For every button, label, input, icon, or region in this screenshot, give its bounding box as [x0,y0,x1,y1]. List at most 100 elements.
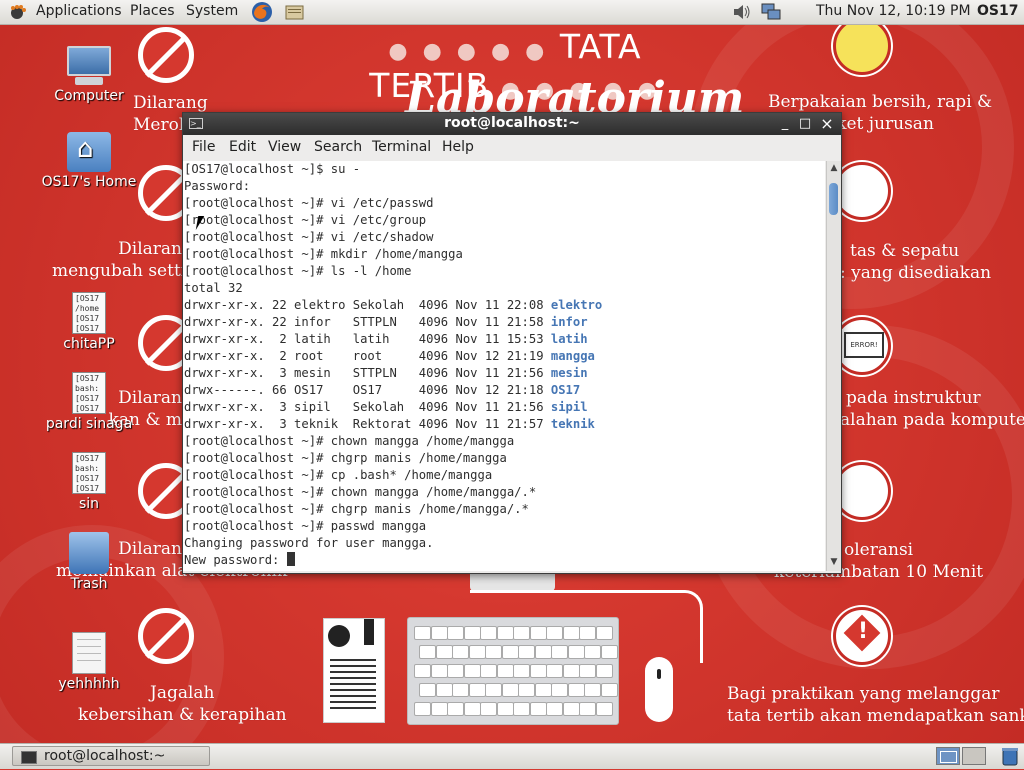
home-folder-icon [67,132,111,172]
text-file-icon: [OS17 /home [OS17 [OS17 [72,292,106,334]
mouse-pointer-icon [195,216,211,230]
firefox-icon[interactable] [251,1,273,23]
desktop-icon-label: chitaPP [63,336,115,352]
minimize-button[interactable]: _ [777,115,793,132]
keyboard-key-decoration [485,683,502,697]
keyboard-key-decoration [452,683,469,697]
desktop-icon-label: Trash [70,576,108,592]
keyboard-decoration [407,617,619,725]
gnome-foot-icon[interactable] [8,3,30,25]
trash-applet-icon[interactable] [1000,746,1020,770]
workspace-2[interactable] [962,747,986,765]
desktop-icon-chitapp[interactable]: [OS17 /home [OS17 [OS17 chitaPP [39,292,139,352]
keyboard-key-decoration [567,645,585,659]
hostname-label[interactable]: OS17 [977,3,1018,19]
warning-icon: ! [833,607,891,665]
workspace-1[interactable] [936,747,960,765]
terminal-line: total 32 [184,281,243,295]
menu-edit[interactable]: Edit [229,139,256,155]
menu-file[interactable]: File [192,139,215,155]
terminal-line: [root@localhost ~]# mkdir /home/mangga [184,247,463,261]
listing-row: drwxr-xr-x. 3 sipil Sekolah 4096 Nov 11 … [184,400,588,414]
directory-name: infor [550,315,588,329]
places-menu[interactable]: Places [130,3,175,19]
text-cursor [286,552,295,566]
text-file-icon: [OS17 bash: [OS17 [OS17 [72,372,106,414]
listing-row: drwxr-xr-x. 3 mesin STTPLN 4096 Nov 11 2… [184,366,588,380]
menu-view[interactable]: View [268,139,301,155]
window-title: root@localhost:~ [444,115,580,131]
terminal-line: [root@localhost ~]# vi /etc/shadow [184,230,434,244]
directory-name: elektro [550,298,603,312]
taskbar-terminal-button[interactable]: root@localhost:~ [12,746,210,766]
terminal-line: [root@localhost ~]# chown mangga /home/m… [184,485,537,499]
trash-icon [69,532,109,574]
keyboard-key-decoration [468,683,486,697]
terminal-icon [21,751,37,764]
keyboard-key-decoration [463,626,481,640]
menu-terminal[interactable]: Terminal [372,139,431,155]
keyboard-key-decoration [496,702,514,716]
keyboard-key-decoration [529,664,547,678]
scroll-up-icon[interactable]: ▲ [828,162,840,174]
keyboard-key-decoration [414,626,431,640]
listing-row: drwxr-xr-x. 2 root root 4096 Nov 12 21:1… [184,349,595,363]
rule-report-errors: pada instruktur alahan pada komputer [840,388,1024,430]
keyboard-key-decoration [447,702,464,716]
terminal-window[interactable]: >_ root@localhost:~ _ □ × File Edit View… [182,112,842,574]
text-file-icon: [OS17 bash: [OS17 [OS17 [72,452,106,494]
listing-row: drwxr-xr-x. 22 infor STTPLN 4096 Nov 11 … [184,315,588,329]
scroll-down-icon[interactable]: ▼ [828,556,840,568]
terminal-titlebar[interactable]: >_ root@localhost:~ _ □ × [183,113,841,135]
keyboard-key-decoration [534,645,552,659]
terminal-line: [OS17@localhost ~]$ su - [184,162,361,176]
desktop-icon-label: Computer [54,88,124,104]
keyboard-key-decoration [480,664,497,678]
system-menu[interactable]: System [186,3,238,19]
clock[interactable]: Thu Nov 12, 10:19 PM [816,3,971,19]
terminal-line: [root@localhost ~]# passwd mangga [184,519,427,533]
listing-row: drwxr-xr-x. 22 elektro Sekolah 4096 Nov … [184,298,603,312]
rule-sanctions: Bagi praktikan yang melanggar tata tertib… [727,684,1024,726]
keyboard-key-decoration [452,645,469,659]
menu-help[interactable]: Help [442,139,474,155]
desktop-icon-label: pardi sinaga [45,416,133,432]
maximize-button[interactable]: □ [797,115,813,132]
keyboard-key-decoration [463,664,481,678]
desktop-icon-home[interactable]: OS17's Home [39,132,139,190]
terminal-scrollbar[interactable]: ▲ ▼ [826,161,841,571]
keyboard-key-decoration [562,626,580,640]
keyboard-key-decoration [600,645,618,659]
desktop-icon-sin[interactable]: [OS17 bash: [OS17 [OS17 sin [39,452,139,512]
terminal-line: [root@localhost ~]# vi /etc/group [184,213,427,227]
keyboard-key-decoration [513,626,530,640]
keyboard-key-decoration [551,645,568,659]
notes-icon[interactable] [283,1,305,23]
close-button[interactable]: × [819,115,835,132]
desktop-icon-trash[interactable]: Trash [39,532,139,592]
desktop-icon-yehhhhh[interactable]: yehhhhh [39,632,139,692]
desktop-icon-pardi-sinaga[interactable]: [OS17 bash: [OS17 [OS17 pardi sinaga [39,372,139,432]
desktop-icon-computer[interactable]: Computer [39,46,139,104]
keyboard-key-decoration [463,702,481,716]
volume-icon[interactable] [731,1,753,23]
monitor-stand-decoration [470,573,555,591]
keyboard-key-decoration [414,664,431,678]
keyboard-key-decoration [480,702,497,716]
keyboard-key-decoration [513,664,530,678]
network-icon[interactable] [760,1,782,23]
terminal-output[interactable]: [OS17@localhost ~]$ su - Password: [root… [183,161,825,571]
applications-menu[interactable]: Applications [36,3,122,19]
keyboard-key-decoration [501,645,519,659]
keyboard-key-decoration [584,683,601,697]
desktop-icon-label: sin [78,496,100,512]
taskbar-label: root@localhost:~ [44,748,166,764]
scrollbar-thumb[interactable] [829,183,838,215]
keyboard-key-decoration [501,683,519,697]
menu-search[interactable]: Search [314,139,362,155]
keyboard-key-decoration [447,626,464,640]
keyboard-key-decoration [485,645,502,659]
listing-row: drwx------. 66 OS17 OS17 4096 Nov 12 21:… [184,383,581,397]
mouse-decoration [645,657,673,722]
directory-name: sipil [550,400,588,414]
